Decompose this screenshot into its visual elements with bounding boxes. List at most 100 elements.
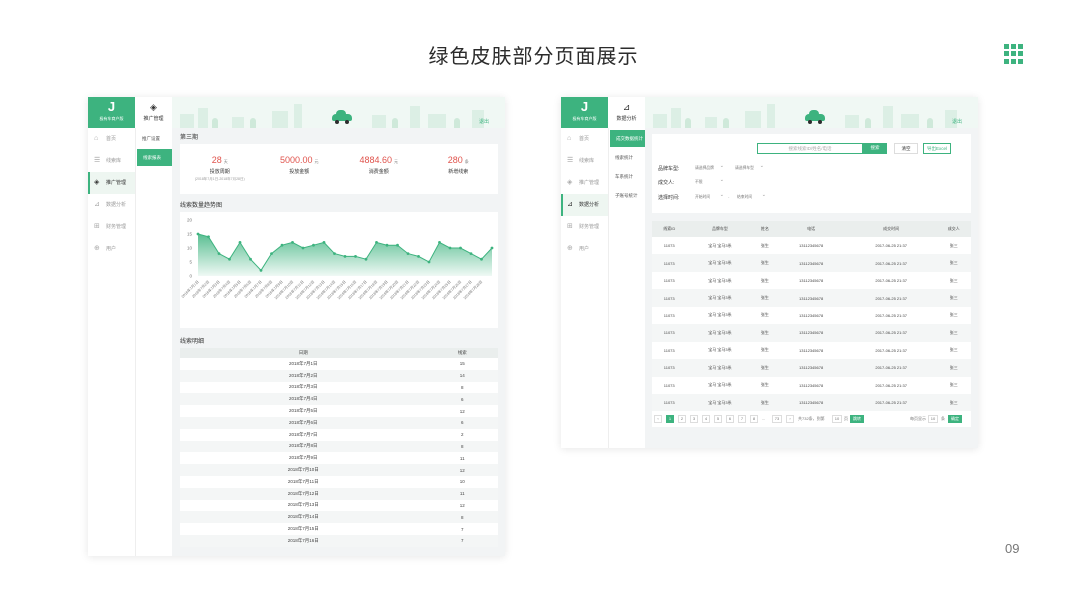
subnav-item-lead-stats[interactable]: 线索统计 <box>609 149 645 166</box>
goto-page-input[interactable]: 10 <box>832 415 842 424</box>
sidebar-item-analytics[interactable]: ⊿ 数据分析 <box>88 194 135 216</box>
table-row: 2018年7月10日 12 <box>180 464 498 476</box>
table-cell: 11073 <box>652 254 687 272</box>
table-cell: 张三 <box>949 347 958 353</box>
prev-page-button[interactable]: ‹ <box>654 415 662 424</box>
table-cell: 张三 <box>936 393 971 412</box>
chart-title: 线索数量趋势图 <box>180 203 223 209</box>
model-select[interactable]: 请选择车型 <box>730 162 766 172</box>
sidebar-item-user[interactable]: ⊕ 用户 <box>88 238 135 260</box>
screenshot-promotion-report: J 极有车商户版 ◈ 推广管理 退出 ⌂ 首页 ☰ 线索库 ◈ 推广管理 ⊿ 数… <box>88 97 505 556</box>
top-nav-promotion[interactable]: ◈ 推广管理 <box>135 97 172 128</box>
search-button[interactable]: 搜索 <box>863 143 887 154</box>
table-row: 11073 宝马 宝马3系 张生 13112345678 2017-06-25 21:3… <box>652 324 971 342</box>
sidebar-item-user[interactable]: ⊕ 用户 <box>561 238 608 260</box>
table-header-row: 线索ID 品牌车型 姓名 电话 成交时间 成交人 <box>652 221 971 237</box>
logo-letter: J <box>107 99 116 114</box>
clear-button[interactable]: 清空 <box>894 143 918 154</box>
page-button[interactable]: 7 <box>738 415 746 424</box>
city-banner: 退出 <box>172 97 505 128</box>
table-row: 11073 宝马 宝马3系 张生 13112345678 2017-06-25 21:3… <box>652 272 971 289</box>
table-cell: 2018年7月7日 <box>288 431 318 437</box>
table-cell: 12 <box>426 464 498 476</box>
brand-select[interactable]: 请选择品牌 <box>690 162 726 172</box>
sidebar-item-label: 首页 <box>106 136 117 142</box>
sidebar-item-analytics[interactable]: ⊿ 数据分析 <box>561 194 608 216</box>
stat-label: 新增线索 <box>448 169 469 175</box>
data-point <box>490 246 494 250</box>
brand-name: 极有车商户版 <box>99 116 124 121</box>
sidebar-item-home[interactable]: ⌂ 首页 <box>88 128 135 150</box>
table-row: 11073 宝马 宝马3系 张生 13112345678 2017-06-25 21:3… <box>652 289 971 307</box>
page-button[interactable]: 4 <box>702 415 710 424</box>
stats-card: 28 天 投放周期 (2018年7月1日-2018年7月28日) 5000.00 元… <box>180 144 498 194</box>
top-nav-analytics[interactable]: ⊿ 数据分析 <box>608 97 645 128</box>
list-icon: ☰ <box>94 157 101 164</box>
table-row: 2018年7月15日 7 <box>180 523 498 535</box>
stat-label: 消费金额 <box>368 169 389 175</box>
page-button[interactable]: 6 <box>726 415 734 424</box>
page-button[interactable]: 3 <box>690 415 698 424</box>
sidebar-item-home[interactable]: ⌂ 首页 <box>561 128 608 150</box>
dealer-select[interactable]: 不限 <box>690 176 726 186</box>
detail-table: 日期 线索 2018年7月1日 15 2018年7月2日 14 2018年7月3日 8 20… <box>180 348 498 547</box>
sidebar-item-leads[interactable]: ☰ 线索库 <box>561 150 608 172</box>
goto-button[interactable]: 跳转 <box>850 415 864 424</box>
data-point <box>469 252 473 255</box>
table-cell: 2018年7月12日 <box>180 487 427 500</box>
sidebar-item-promotion[interactable]: ◈ 推广管理 <box>561 172 608 194</box>
last-page-button[interactable]: 73 <box>772 415 782 424</box>
logout-link[interactable]: 退出 <box>952 118 962 125</box>
table-cell: 13112345678 <box>799 243 824 249</box>
table-cell: 13112345678 <box>776 324 846 342</box>
car-icon <box>805 110 825 124</box>
table-cell: 张生 <box>760 242 769 248</box>
table-cell: 宝马 宝马3系 <box>708 382 732 388</box>
subnav-item-settings[interactable]: 推广设置 <box>136 130 172 147</box>
total-text: 共732条，到第 <box>798 416 825 422</box>
table-cell: 11073 <box>652 324 687 342</box>
subnav-item-series-stats[interactable]: 车系统计 <box>609 168 645 185</box>
sidebar-item-label: 推广管理 <box>579 180 600 186</box>
page-button[interactable]: 1 <box>666 415 674 424</box>
page-button[interactable]: 2 <box>678 415 686 424</box>
end-date-input[interactable]: 结束时间 <box>732 191 768 201</box>
export-excel-button[interactable]: 导出Excel <box>923 143 951 154</box>
table-row: 2018年7月2日 14 <box>180 369 498 382</box>
area-fill <box>198 234 492 276</box>
table-cell: 宝马 宝马3系 <box>708 277 732 283</box>
table-row: 2018年7月9日 11 <box>180 452 498 464</box>
sidebar-item-leads[interactable]: ☰ 线索库 <box>88 150 135 172</box>
page-ellipsis: ... <box>762 416 766 422</box>
date-range-separator: - <box>728 194 730 199</box>
table-cell: 13112345678 <box>799 347 824 353</box>
period-title: 第三期 <box>180 135 199 141</box>
table-cell: 13112345678 <box>799 278 824 284</box>
page-button[interactable]: 5 <box>714 415 722 424</box>
page-title: 绿色皮肤部分页面展示 <box>428 44 639 68</box>
subnav-item-deal-stats[interactable]: 成交数据统计 <box>610 130 645 147</box>
sidebar-item-finance[interactable]: ⊞ 财务管理 <box>561 216 608 238</box>
table-cell: 8 <box>426 440 498 453</box>
car-icon <box>332 110 352 124</box>
per-page-select[interactable]: 10 <box>928 415 938 424</box>
table-cell: 6 <box>426 416 498 429</box>
table-cell: 13112345678 <box>776 289 846 307</box>
sidebar-item-promotion[interactable]: ◈ 推广管理 <box>88 172 135 194</box>
sidebar-item-finance[interactable]: ⊞ 财务管理 <box>88 216 135 238</box>
subnav-item-subaccount-stats[interactable]: 子账号统计 <box>609 187 645 204</box>
logout-link[interactable]: 退出 <box>479 118 489 125</box>
y-tick-label: 15 <box>187 232 193 237</box>
table-cell: 宝马 宝马3系 <box>686 324 754 342</box>
page-button[interactable]: 8 <box>750 415 758 424</box>
screenshot-deal-analytics: J 极有车商户版 ⊿ 数据分析 退出 ⌂ 首页 ☰ 线索库 ◈ 推广管理 ⊿ 数… <box>561 97 978 448</box>
data-point <box>196 232 200 236</box>
data-point <box>406 252 410 255</box>
start-date-input[interactable]: 开始时间 <box>690 191 726 201</box>
data-point <box>364 257 368 261</box>
confirm-button[interactable]: 确定 <box>948 415 962 424</box>
search-input[interactable]: 搜索线索ID/姓名/电话 <box>757 143 863 154</box>
next-page-button[interactable]: › <box>786 415 794 424</box>
table-cell: 张三 <box>936 254 971 272</box>
subnav-item-lead-report[interactable]: 线索报表 <box>137 149 172 166</box>
